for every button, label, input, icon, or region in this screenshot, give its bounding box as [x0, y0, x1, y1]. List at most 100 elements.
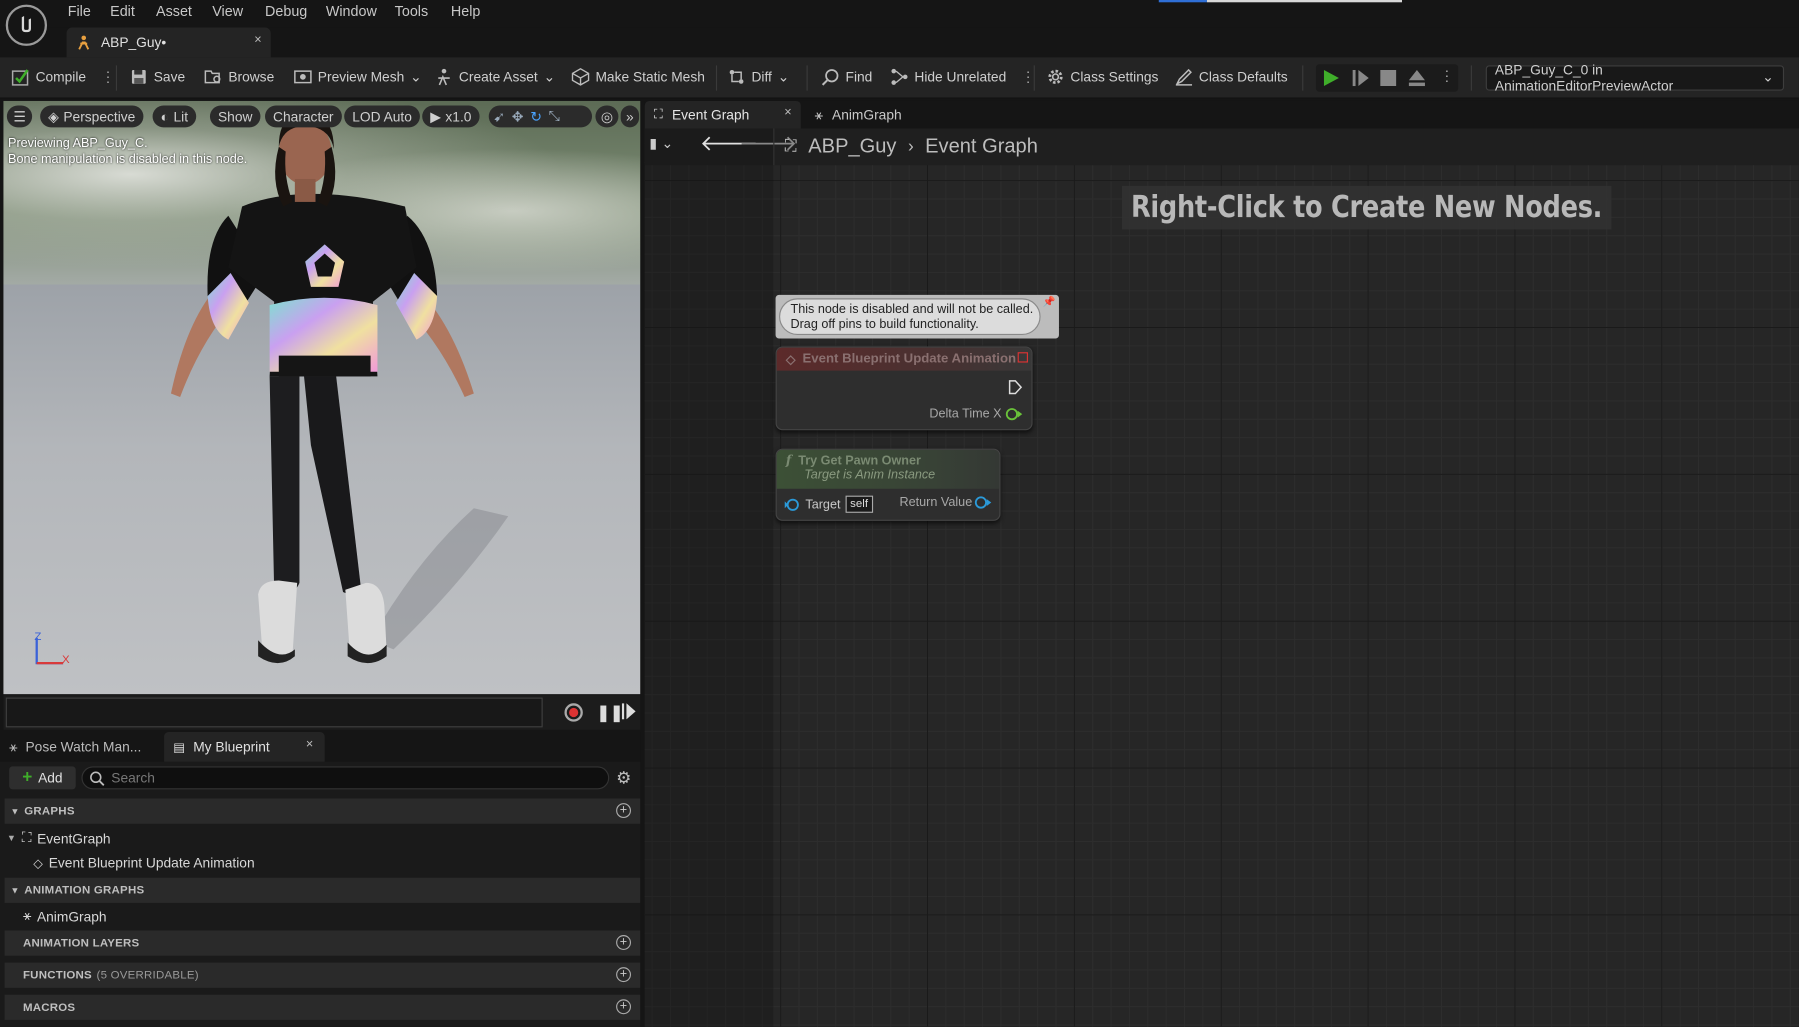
- tab-close-icon[interactable]: ×: [784, 106, 791, 120]
- tab-anim-graph[interactable]: ⚹ AnimGraph: [805, 101, 931, 129]
- compile-button[interactable]: Compile ⋮: [11, 68, 115, 86]
- search-input[interactable]: Search: [81, 766, 610, 790]
- graph-tabs: ⛶ Event Graph × ⚹ AnimGraph: [644, 100, 1799, 129]
- menu-view[interactable]: View: [212, 3, 243, 19]
- select-tool-icon[interactable]: ➹: [493, 108, 505, 124]
- create-asset-icon: [435, 68, 453, 86]
- eject-button[interactable]: [1408, 69, 1426, 87]
- lod-button[interactable]: LOD Auto: [344, 105, 420, 128]
- translate-tool-icon[interactable]: ✥: [512, 108, 524, 124]
- menu-tools[interactable]: Tools: [395, 3, 428, 19]
- lit-button[interactable]: ◐ Lit: [152, 105, 197, 128]
- menu-debug[interactable]: Debug: [265, 3, 307, 19]
- show-button[interactable]: Show: [209, 105, 261, 128]
- float-output-pin-icon[interactable]: [1005, 407, 1023, 421]
- play-options-icon[interactable]: ⋮: [1440, 68, 1454, 84]
- axis-x-label: X: [61, 653, 70, 667]
- add-button[interactable]: + Add: [9, 766, 76, 790]
- character-button[interactable]: Character: [265, 105, 342, 128]
- lit-icon: ◐: [160, 108, 169, 125]
- add-function-icon[interactable]: +: [616, 967, 632, 983]
- rotate-tool-icon[interactable]: ↻: [530, 108, 542, 124]
- section-graphs[interactable]: ▼ GRAPHS +: [4, 798, 641, 824]
- node-header: f Try Get Pawn Owner Target is Anim Inst…: [776, 449, 1000, 489]
- object-output-pin-icon[interactable]: [974, 496, 992, 510]
- section-functions[interactable]: FUNCTIONS (5 OVERRIDABLE) +: [4, 962, 641, 988]
- section-graphs-label: GRAPHS: [24, 804, 75, 818]
- timeline-scrubber[interactable]: [5, 697, 543, 728]
- find-label: Find: [845, 68, 873, 85]
- diff-button[interactable]: Diff ⌄: [727, 68, 789, 86]
- tab-close-icon[interactable]: ×: [306, 738, 313, 752]
- pin-comment-icon[interactable]: 📌: [1043, 296, 1056, 309]
- exec-output-pin-icon[interactable]: [1008, 380, 1023, 395]
- make-static-mesh-button[interactable]: Make Static Mesh: [571, 68, 705, 86]
- menu-edit[interactable]: Edit: [110, 3, 135, 19]
- step-forward-button[interactable]: [621, 703, 636, 720]
- compile-options-icon[interactable]: ⋮: [101, 69, 115, 85]
- list-item-event-graph[interactable]: ▼ ⛶ EventGraph: [7, 829, 111, 846]
- tab-event-graph[interactable]: ⛶ Event Graph ×: [644, 100, 801, 129]
- settings-gear-icon[interactable]: ⚙: [616, 768, 631, 789]
- menu-window[interactable]: Window: [326, 3, 377, 19]
- add-layer-icon[interactable]: +: [616, 935, 632, 950]
- eject-icon: [1408, 69, 1425, 87]
- plus-icon: +: [22, 767, 33, 788]
- save-button[interactable]: Save: [130, 68, 185, 86]
- section-macros[interactable]: MACROS +: [4, 994, 641, 1020]
- scale-tool-icon[interactable]: ⤡: [549, 108, 560, 125]
- list-item-anim-graph[interactable]: ⚹ AnimGraph: [23, 908, 107, 925]
- viewport-options-button[interactable]: ☰: [6, 105, 33, 128]
- unreal-logo-icon[interactable]: [5, 4, 48, 46]
- class-defaults-button[interactable]: Class Defaults: [1175, 68, 1288, 86]
- browse-button[interactable]: Browse: [204, 68, 274, 86]
- find-button[interactable]: Find: [821, 68, 872, 86]
- record-button[interactable]: [564, 703, 583, 722]
- hide-unrelated-button[interactable]: Hide Unrelated ⋮: [890, 68, 1035, 86]
- event-graph-canvas[interactable]: ▮ ⌄ 🡐 🡒 ⛶ ABP_Guy › Event Graph Right-Cli…: [644, 128, 1799, 1027]
- menu-help[interactable]: Help: [451, 3, 481, 19]
- expand-arrow-icon: ▼: [10, 805, 20, 817]
- make-static-mesh-label: Make Static Mesh: [595, 68, 705, 85]
- list-item-event-update[interactable]: ◇ Event Blueprint Update Animation: [33, 855, 254, 871]
- node-event-update-animation[interactable]: ◇ Event Blueprint Update Animation Delta…: [775, 346, 1033, 431]
- class-defaults-icon: [1175, 68, 1193, 86]
- add-macro-icon[interactable]: +: [616, 999, 632, 1015]
- add-graph-icon[interactable]: +: [616, 803, 632, 819]
- playback-speed-button[interactable]: ▶ x1.0: [422, 105, 480, 128]
- object-input-pin-icon[interactable]: [784, 498, 802, 512]
- functions-overridable-note: (5 OVERRIDABLE): [96, 968, 199, 982]
- class-settings-button[interactable]: Class Settings: [1046, 68, 1158, 86]
- pose-watch-icon: ⚹: [9, 738, 18, 755]
- perspective-button[interactable]: ◈ Perspective: [40, 105, 144, 128]
- camera-speed-button[interactable]: ◎: [595, 105, 619, 128]
- stop-button[interactable]: [1380, 69, 1397, 87]
- breadcrumb-root[interactable]: ABP_Guy: [808, 134, 896, 158]
- asset-tab-abp-guy[interactable]: ABP_Guy• ×: [66, 27, 271, 58]
- tab-my-blueprint[interactable]: ▤ My Blueprint ×: [164, 731, 325, 762]
- step-button[interactable]: [1352, 69, 1370, 87]
- target-pin-label: Target: [805, 497, 841, 512]
- preview-mesh-button[interactable]: Preview Mesh ⌄: [294, 68, 422, 86]
- disabled-comment-box[interactable]: This node is disabled and will not be ca…: [775, 294, 1059, 339]
- delegate-pin-icon[interactable]: [1017, 352, 1028, 363]
- play-button[interactable]: [1323, 69, 1340, 87]
- diff-label: Diff: [751, 68, 772, 85]
- menu-file[interactable]: File: [68, 3, 91, 19]
- breadcrumb: ⛶ ABP_Guy › Event Graph: [785, 134, 1038, 158]
- section-animation-graphs[interactable]: ▼ ANIMATION GRAPHS: [4, 877, 641, 903]
- bookmark-button[interactable]: ▮ ⌄: [649, 135, 673, 151]
- self-value-box[interactable]: self: [845, 495, 873, 513]
- asset-tab-close-icon[interactable]: ×: [254, 33, 261, 47]
- create-asset-button[interactable]: Create Asset ⌄: [435, 68, 555, 86]
- node-try-get-pawn-owner[interactable]: f Try Get Pawn Owner Target is Anim Inst…: [775, 448, 1001, 521]
- camera-icon: ◎: [600, 108, 613, 125]
- viewport-more-button[interactable]: »: [620, 105, 640, 128]
- section-animation-layers[interactable]: ANIMATION LAYERS +: [4, 930, 641, 956]
- menu-asset[interactable]: Asset: [156, 3, 192, 19]
- chevron-down-icon: ⌄: [1762, 68, 1774, 85]
- preview-viewport[interactable]: ☰ ◈ Perspective ◐ Lit Show Character LOD A…: [3, 100, 641, 695]
- debug-object-select[interactable]: ABP_Guy_C_0 in AnimationEditorPreviewAct…: [1485, 62, 1785, 94]
- pause-button[interactable]: ❚❚: [597, 703, 624, 723]
- tab-pose-watch[interactable]: ⚹ Pose Watch Man...: [0, 732, 161, 762]
